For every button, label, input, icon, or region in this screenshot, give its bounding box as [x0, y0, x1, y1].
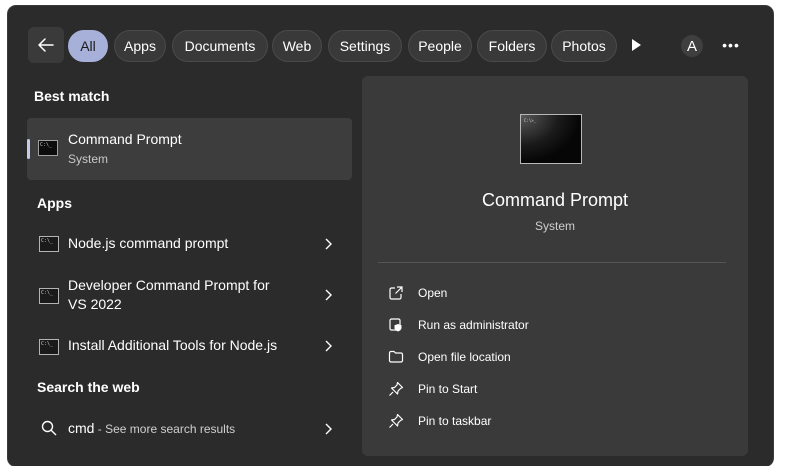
divider — [378, 262, 726, 263]
list-item[interactable]: C:\_ Node.js command prompt — [27, 228, 352, 258]
shield-icon — [389, 318, 402, 332]
pin-icon — [389, 381, 404, 396]
best-match-title: Command Prompt — [68, 131, 182, 147]
app-title-line1: Developer Command Prompt for — [68, 277, 270, 293]
web-query-line: cmd - See more search results — [68, 420, 235, 436]
best-match-subtitle: System — [68, 152, 109, 166]
action-label: Open — [418, 286, 448, 300]
start-search-window: All Apps Documents Web Settings People F… — [8, 6, 773, 466]
filter-all[interactable]: All — [68, 30, 108, 62]
more-icon[interactable]: ••• — [720, 34, 742, 56]
cmd-icon: C:\_ — [38, 140, 58, 156]
cmd-icon: C:\_ — [39, 288, 59, 304]
web-query: cmd — [68, 420, 95, 436]
apps-heading: Apps — [37, 195, 72, 211]
pin-icon — [389, 413, 404, 428]
action-label: Open file location — [418, 350, 511, 364]
detail-panel: C:\>_ Command Prompt System Open Run as … — [362, 76, 748, 456]
action-label: Pin to taskbar — [418, 414, 492, 428]
search-icon — [41, 420, 57, 436]
filter-web[interactable]: Web — [272, 30, 322, 62]
cmd-icon: C:\_ — [39, 236, 59, 252]
app-title-line2: VS 2022 — [68, 296, 122, 312]
play-icon[interactable] — [630, 38, 642, 52]
detail-subtitle: System — [534, 219, 575, 233]
list-item[interactable]: C:\_ Developer Command Prompt for VS 202… — [27, 272, 352, 316]
folder-icon — [388, 350, 404, 363]
arrow-left-icon — [38, 38, 54, 52]
detail-title: Command Prompt — [481, 190, 629, 210]
chevron-right-icon — [325, 340, 332, 352]
app-title: Install Additional Tools for Node.js — [68, 337, 278, 353]
search-web-heading: Search the web — [37, 379, 140, 395]
list-item[interactable]: C:\_ Install Additional Tools for Node.j… — [27, 330, 352, 360]
action-label: Pin to Start — [418, 382, 478, 396]
app-title: Node.js command prompt — [68, 235, 229, 251]
cmd-large-icon: C:\>_ — [520, 114, 582, 164]
filter-documents[interactable]: Documents — [172, 30, 268, 62]
back-button[interactable] — [28, 27, 64, 63]
best-match-heading: Best match — [34, 88, 110, 104]
avatar[interactable]: A — [681, 35, 703, 57]
web-query-suffix: - See more search results — [94, 422, 236, 436]
icon-prompt: C:\>_ — [524, 118, 537, 123]
selection-indicator — [27, 139, 30, 159]
filter-people[interactable]: People — [408, 30, 472, 62]
filter-bar: All Apps Documents Web Settings People F… — [8, 6, 773, 82]
web-search-item[interactable]: cmd - See more search results — [27, 412, 352, 442]
filter-settings[interactable]: Settings — [328, 30, 402, 62]
chevron-right-icon — [325, 238, 332, 250]
cmd-icon: C:\_ — [39, 339, 59, 355]
open-external-icon — [389, 286, 403, 300]
best-match-item[interactable]: C:\_ Command Prompt System — [27, 118, 352, 180]
chevron-right-icon — [325, 423, 332, 435]
filter-apps[interactable]: Apps — [114, 30, 166, 62]
chevron-right-icon — [325, 289, 332, 301]
action-label: Run as administrator — [418, 318, 529, 332]
filter-folders[interactable]: Folders — [477, 30, 547, 62]
filter-photos[interactable]: Photos — [551, 30, 617, 62]
